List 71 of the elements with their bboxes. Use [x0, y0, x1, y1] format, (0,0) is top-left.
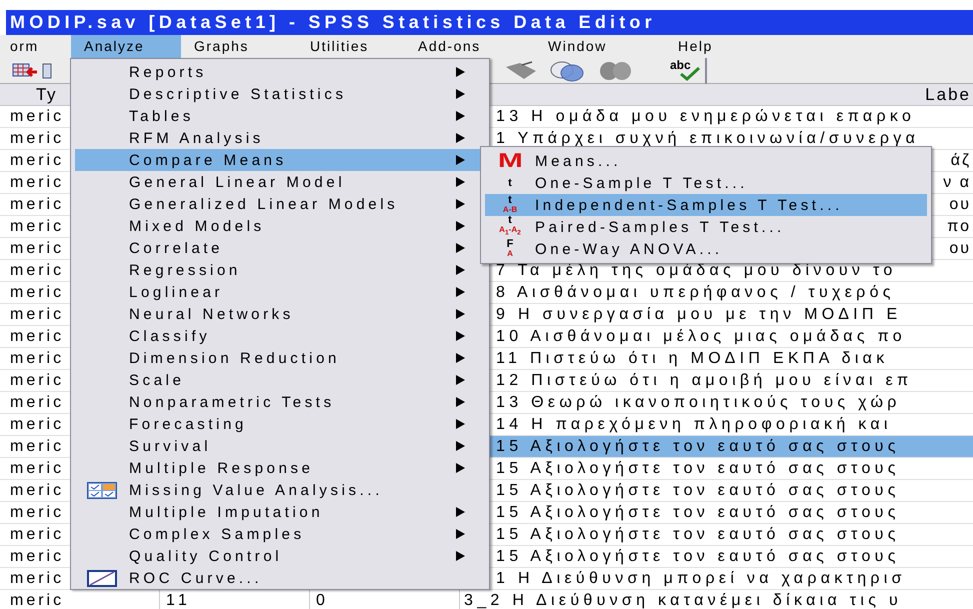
- menu-item[interactable]: Graphs: [181, 35, 297, 58]
- table-icon[interactable]: [42, 62, 52, 80]
- table-cell: meric: [10, 196, 64, 213]
- table-cell: meric: [10, 350, 64, 367]
- table-cell: meric: [10, 548, 64, 565]
- submenu-arrow-icon: [456, 177, 465, 187]
- submenu-arrow-icon: [456, 375, 465, 385]
- submenu-arrow-icon: [456, 265, 465, 275]
- submenu-arrow-icon: [456, 155, 465, 165]
- table-cell: meric: [10, 460, 64, 477]
- submenu-arrow-icon: [456, 89, 465, 99]
- submenu-arrow-icon: [456, 529, 465, 539]
- test-icon: F A: [506, 240, 514, 258]
- menu-item[interactable]: Add-ons: [405, 35, 535, 58]
- table-cell: meric: [10, 240, 64, 257]
- submenu-arrow-icon: [456, 507, 465, 517]
- menu-item[interactable]: orm: [0, 35, 71, 58]
- submenu-arrow-icon: [456, 199, 465, 209]
- table-cell: meric: [10, 592, 64, 609]
- table-cell: meric: [10, 372, 64, 389]
- table-cell: meric: [10, 306, 64, 323]
- test-icon: t: [508, 178, 512, 188]
- submenu-arrow-icon: [456, 397, 465, 407]
- table-cell: meric: [10, 570, 64, 587]
- spell-check-button[interactable]: abc: [670, 58, 701, 82]
- submenu-arrow-icon: [456, 441, 465, 451]
- checklist-icon: [87, 482, 117, 498]
- table-cell: meric: [10, 130, 64, 147]
- table-cell: meric: [10, 262, 64, 279]
- submenu-arrow-icon: [456, 243, 465, 253]
- menu-item[interactable]: Utilities: [297, 35, 405, 58]
- table-cell: meric: [10, 438, 64, 455]
- submenu-arrow-icon: [456, 309, 465, 319]
- menu-item[interactable]: Reports: [71, 61, 489, 83]
- table-cell: meric: [10, 218, 64, 235]
- submenu-arrow-icon: [456, 287, 465, 297]
- column-header[interactable]: Labe: [925, 85, 971, 104]
- table-cell: 11: [166, 592, 192, 609]
- menu-item[interactable]: Help: [665, 35, 726, 58]
- submenu-arrow-icon: [456, 551, 465, 561]
- column-header[interactable]: Ty: [36, 85, 57, 104]
- menu-item[interactable]: M Means...: [485, 150, 927, 172]
- submenu-arrow-icon: [456, 111, 465, 121]
- table-cell: meric: [10, 416, 64, 433]
- submenu-arrow-icon: [456, 67, 465, 77]
- submenu-arrow-icon: [456, 221, 465, 231]
- table-cell: meric: [10, 526, 64, 543]
- menu-item[interactable]: Analyze: [71, 35, 181, 58]
- submenu-arrow-icon: [456, 419, 465, 429]
- table-cell: meric: [10, 284, 64, 301]
- table-cell: 0: [316, 592, 330, 609]
- means-icon: M: [498, 152, 522, 170]
- submenu-arrow-icon: [456, 353, 465, 363]
- table-cell: meric: [10, 504, 64, 521]
- table-cell: meric: [10, 152, 64, 169]
- table-cell: meric: [10, 482, 64, 499]
- menu-item[interactable]: t A-B Independent-Samples T Test...: [485, 194, 927, 216]
- menu-item[interactable]: Descriptive Statistics: [71, 83, 489, 105]
- window-title: MODIP.sav [DataSet1] - SPSS Statistics Data Editor: [9, 12, 656, 33]
- table-cell: meric: [10, 328, 64, 345]
- curve-chart-icon: [87, 570, 117, 586]
- test-icon: t A$_{1}$-A$_{2}$: [499, 216, 521, 238]
- table-cell: meric: [10, 394, 64, 411]
- import-data-icon[interactable]: [12, 62, 38, 80]
- submenu-arrow-icon: [456, 133, 465, 143]
- table-cell: meric: [10, 174, 64, 191]
- submenu-arrow-icon: [456, 331, 465, 341]
- test-icon: t A-B: [502, 196, 518, 214]
- menu-item[interactable]: Window: [535, 35, 665, 58]
- table-cell: meric: [10, 108, 64, 125]
- submenu-arrow-icon: [456, 463, 465, 473]
